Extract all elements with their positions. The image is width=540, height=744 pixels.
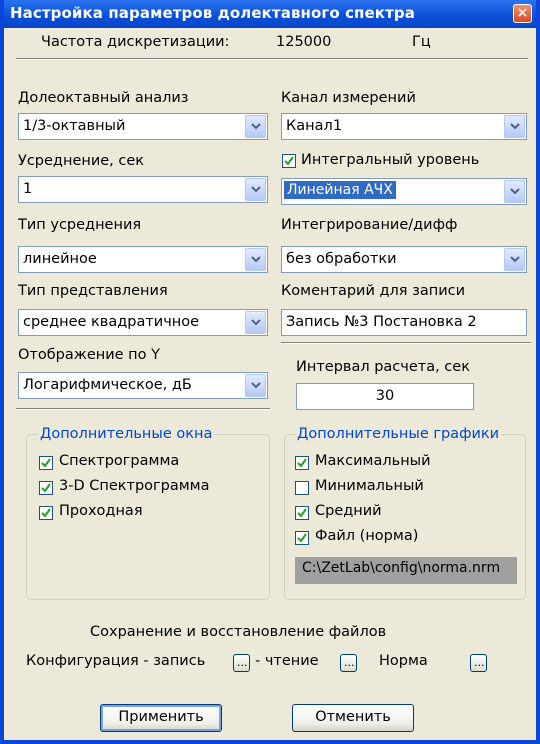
yaxis-select[interactable]: Логарифмическое, дБ — [18, 372, 268, 399]
norm-file-checkbox[interactable] — [295, 531, 309, 545]
passthrough-checkbox[interactable] — [39, 506, 53, 520]
apply-button[interactable]: Применить — [100, 704, 222, 732]
check-icon — [297, 458, 307, 468]
avg-type-label: Тип усреднения — [18, 217, 142, 233]
chevron-down-icon[interactable] — [504, 248, 525, 271]
extra-graphs-title: Дополнительные графики — [295, 426, 502, 442]
chevron-down-icon[interactable] — [245, 178, 266, 201]
close-button[interactable]: × — [513, 4, 532, 23]
repr-value: среднее квадратичное — [23, 314, 200, 330]
avg-checkbox[interactable] — [295, 506, 309, 520]
chevron-down-icon[interactable] — [245, 311, 266, 334]
avg-label: Средний — [315, 503, 382, 519]
config-write-browse-button[interactable]: ... — [233, 654, 250, 672]
check-icon — [297, 533, 307, 543]
left-separator — [16, 408, 270, 410]
comment-value: Запись №3 Постановка 2 — [286, 314, 477, 330]
channel-select[interactable]: Канал1 — [281, 113, 527, 140]
sampling-unit: Гц — [412, 34, 431, 50]
integral-checkbox[interactable] — [282, 154, 296, 168]
interval-value: 30 — [375, 388, 395, 404]
check-icon — [41, 508, 51, 518]
norm-path-field: C:\ZetLab\config\norma.nrm — [295, 557, 517, 584]
comment-input[interactable]: Запись №3 Постановка 2 — [281, 309, 527, 336]
sampling-value: 125000 — [276, 34, 332, 50]
cancel-button[interactable]: Отменить — [292, 704, 414, 732]
chevron-down-icon[interactable] — [245, 374, 266, 397]
close-icon: × — [516, 5, 529, 21]
yaxis-label: Отображение по Y — [18, 347, 160, 363]
comment-label: Коментарий для записи — [281, 283, 466, 299]
chevron-down-icon[interactable] — [504, 180, 525, 203]
config-write-label: Конфигурация - запись — [26, 653, 206, 669]
config-read-browse-button[interactable]: ... — [340, 654, 357, 672]
integral-select[interactable]: Линейная АЧХ — [281, 178, 527, 205]
extra-windows-title: Дополнительные окна — [38, 426, 215, 442]
spectrogram-label: Спектрограмма — [59, 453, 180, 469]
files-title: Сохранение и восстановление файлов — [90, 624, 387, 640]
title-bar[interactable]: Настройка параметров долектавного спектр… — [4, 0, 536, 28]
integral-value: Линейная АЧХ — [284, 181, 396, 199]
spectrogram-3d-label: 3-D Спектрограмма — [59, 478, 210, 494]
header-separator — [16, 58, 528, 60]
integ-value: без обработки — [286, 251, 397, 267]
norm-label: Норма — [379, 653, 428, 669]
min-label: Минимальный — [315, 478, 424, 494]
interval-input[interactable]: 30 — [296, 383, 474, 410]
interval-label: Интервал расчета, сек — [296, 359, 470, 375]
analysis-value: 1/3-октавный — [23, 118, 126, 134]
dialog-window: Настройка параметров долектавного спектр… — [0, 0, 540, 744]
integral-label: Интегральный уровень — [301, 152, 480, 168]
chevron-down-icon[interactable] — [504, 115, 525, 138]
spectrogram-3d-checkbox[interactable] — [39, 481, 53, 495]
analysis-label: Долеоктавный анализ — [18, 90, 189, 106]
check-icon — [297, 508, 307, 518]
max-label: Максимальный — [315, 453, 431, 469]
channel-value: Канал1 — [286, 118, 343, 134]
repr-select[interactable]: среднее квадратичное — [18, 309, 268, 336]
check-icon — [41, 458, 51, 468]
norm-file-label: Файл (норма) — [315, 528, 419, 544]
averaging-select[interactable]: 1 — [18, 176, 268, 203]
norm-browse-button[interactable]: ... — [470, 654, 487, 672]
config-read-label: - чтение — [255, 653, 319, 669]
min-checkbox[interactable] — [295, 481, 309, 495]
analysis-select[interactable]: 1/3-октавный — [18, 113, 268, 140]
chevron-down-icon[interactable] — [245, 248, 266, 271]
spectrogram-checkbox[interactable] — [39, 456, 53, 470]
repr-label: Тип представления — [18, 283, 168, 299]
check-icon — [284, 156, 294, 166]
window-title: Настройка параметров долектавного спектр… — [10, 4, 415, 22]
chevron-down-icon[interactable] — [245, 115, 266, 138]
avg-type-select[interactable]: линейное — [18, 246, 268, 273]
check-icon — [41, 483, 51, 493]
avg-type-value: линейное — [23, 251, 97, 267]
averaging-label: Усреднение, сек — [18, 153, 145, 169]
averaging-value: 1 — [23, 181, 33, 197]
passthrough-label: Проходная — [59, 503, 143, 519]
max-checkbox[interactable] — [295, 456, 309, 470]
integ-label: Интегрирование/дифф — [281, 217, 458, 233]
yaxis-value: Логарифмическое, дБ — [23, 377, 192, 393]
norm-path-value: C:\ZetLab\config\norma.nrm — [302, 560, 501, 576]
channel-label: Канал измерений — [281, 90, 416, 106]
sampling-label: Частота дискретизации: — [41, 34, 230, 50]
right-separator — [281, 342, 531, 344]
integ-select[interactable]: без обработки — [281, 246, 527, 273]
